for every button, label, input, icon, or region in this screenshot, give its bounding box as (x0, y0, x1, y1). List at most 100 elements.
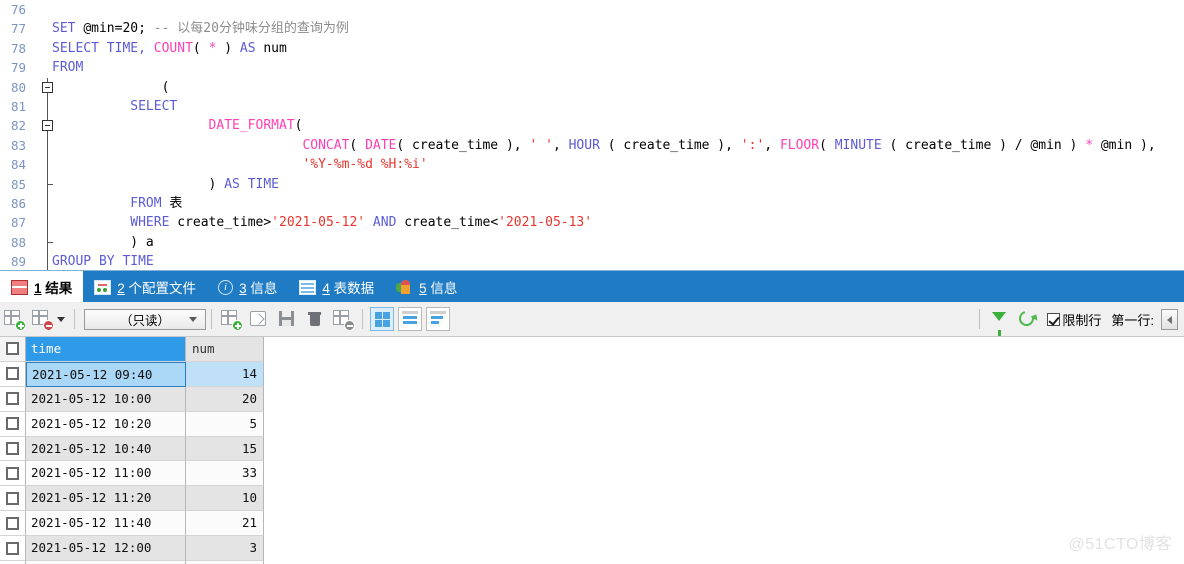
new-row-dropdown-button[interactable] (30, 307, 54, 331)
line-number: 78 (10, 40, 26, 56)
save-record-button[interactable] (275, 307, 299, 331)
cell-time[interactable]: 2021-05-12 12:00 (26, 536, 186, 562)
table-row[interactable]: 2021-05-12 10:00 20 (0, 386, 1184, 412)
code-token: ( (819, 137, 835, 153)
code-line: 76 (0, 0, 1184, 19)
code-text: ) a (52, 233, 153, 252)
code-token: GROUP BY (52, 254, 123, 270)
info-icon: i (218, 279, 234, 295)
code-token: , (764, 137, 780, 153)
refresh-button[interactable] (1015, 307, 1039, 331)
cell-time[interactable]: 2021-05-12 11:40 (26, 511, 186, 537)
code-token: ' ' (529, 137, 553, 153)
table-row[interactable]: 2021-05-12 10:20 5 (0, 411, 1184, 437)
new-row-button[interactable] (2, 307, 26, 331)
chevron-down-icon[interactable] (57, 316, 65, 322)
cell-time[interactable]: 2021-05-12 10:20 (26, 411, 186, 437)
code-token: WHERE (130, 215, 178, 231)
result-data-grid[interactable]: time num 2021-05-12 09:40 14 2021-05-12 10:0… (0, 337, 1184, 564)
refresh-icon (1016, 308, 1038, 329)
grid-view-button[interactable] (370, 307, 394, 331)
tab-label: 3 信息 (239, 277, 277, 297)
row-select-cell[interactable] (0, 436, 26, 462)
checkbox-checked-icon (1047, 312, 1061, 326)
code-token: @min=20; (83, 21, 154, 37)
edit-mode-select[interactable]: （只读） (84, 308, 206, 330)
code-token: DATE (365, 137, 397, 153)
tab-number: 3 (239, 281, 247, 296)
tab-2[interactable]: 2 个配置文件 (83, 271, 207, 303)
toolbar-separator (362, 309, 363, 329)
result-toolbar: （只读） 限制行 第一行: (0, 302, 1184, 337)
cell-num[interactable]: 3 (186, 536, 264, 562)
tab-1[interactable]: 1 结果 (0, 271, 84, 303)
tab-label: 5 信息 (419, 277, 457, 297)
cell-num[interactable]: 5 (186, 411, 264, 437)
cell-time[interactable]: 2021-05-12 11:00 (26, 461, 186, 487)
edit-record-button[interactable] (247, 307, 271, 331)
funnel-icon (992, 312, 1007, 336)
code-token: MINUTE (834, 137, 890, 153)
code-token: -- 以每20分钟味分组的查询为例 (153, 21, 349, 37)
line-number: 76 (10, 2, 26, 17)
cell-num[interactable]: 15 (186, 436, 264, 462)
previous-page-button[interactable] (1161, 308, 1178, 330)
add-record-button[interactable] (219, 307, 243, 331)
line-number: 80 (10, 79, 26, 95)
cancel-record-button[interactable] (331, 307, 355, 331)
cell-num[interactable]: 33 (186, 461, 264, 487)
table-row[interactable]: 2021-05-12 10:40 15 (0, 436, 1184, 462)
select-all-cell[interactable] (0, 337, 26, 362)
row-select-cell[interactable] (0, 386, 26, 412)
cell-time[interactable]: 2021-05-12 11:20 (26, 486, 186, 512)
cell-time[interactable]: 2021-05-12 10:40 (26, 436, 186, 462)
cell-time[interactable]: 2021-05-12 10:00 (26, 386, 186, 412)
column-header-time[interactable]: time (26, 337, 186, 362)
table-row[interactable]: 2021-05-12 09:40 14 (0, 361, 1184, 387)
code-token: TIME (122, 254, 154, 270)
code-text: CONCAT( DATE( create_time ), ' ', HOUR (… (52, 136, 1155, 155)
code-line: 86 FROM 表 (0, 193, 1184, 214)
checkbox-icon (6, 466, 19, 480)
tab-3[interactable]: i 3 信息 (207, 271, 288, 303)
line-number: 82 (10, 118, 26, 134)
column-header-num[interactable]: num (186, 337, 264, 362)
tab-5[interactable]: 5 信息 (385, 271, 468, 303)
code-token: FROM (52, 60, 84, 76)
code-token: 表 (169, 195, 183, 211)
row-select-cell[interactable] (0, 461, 26, 487)
row-select-cell[interactable] (0, 411, 26, 437)
table-row[interactable]: 2021-05-12 11:00 33 (0, 461, 1184, 487)
cell-num[interactable]: 14 (186, 361, 264, 387)
code-token: SELECT (130, 98, 178, 114)
line-number: 81 (10, 98, 26, 114)
form-view-button[interactable] (398, 307, 422, 331)
code-text: SET @min=20; -- 以每20分钟味分组的查询为例 (52, 19, 349, 38)
table-row[interactable]: 2021-05-12 11:20 10 (0, 486, 1184, 512)
code-token: CONCAT (302, 137, 350, 153)
limit-rows-checkbox[interactable]: 限制行 (1047, 310, 1101, 329)
code-line: 89 GROUP BY TIME (0, 252, 1184, 270)
toolbar-separator (979, 309, 981, 329)
tab-4[interactable]: 4 表数据 (288, 271, 385, 303)
table-row[interactable]: 2021-05-12 12:00 3 (0, 536, 1184, 562)
code-text: SELECT TIME, COUNT( * ) AS num (52, 39, 287, 58)
cell-num[interactable]: 20 (186, 386, 264, 412)
row-select-cell[interactable] (0, 486, 26, 512)
row-select-cell[interactable] (0, 536, 26, 562)
cell-time[interactable]: 2021-05-12 09:40 (26, 361, 186, 387)
table-row[interactable]: 2021-05-12 11:40 21 (0, 511, 1184, 537)
delete-record-button[interactable] (303, 307, 327, 331)
code-text: ( (52, 78, 170, 97)
cell-num[interactable]: 10 (186, 486, 264, 512)
row-select-cell[interactable] (0, 361, 26, 387)
text-view-button[interactable] (426, 307, 450, 331)
tab-number: 2 (117, 281, 125, 296)
code-line: 80 ( (0, 77, 1184, 97)
code-token: AS (239, 40, 264, 56)
add-badge-icon (15, 320, 26, 331)
row-select-cell[interactable] (0, 511, 26, 537)
sql-editor[interactable]: 76 77 SET @min=20; -- 以每20分钟味分组的查询为例 78 SELE… (0, 0, 1184, 270)
cell-num[interactable]: 21 (186, 511, 264, 537)
filter-button[interactable] (987, 307, 1011, 336)
